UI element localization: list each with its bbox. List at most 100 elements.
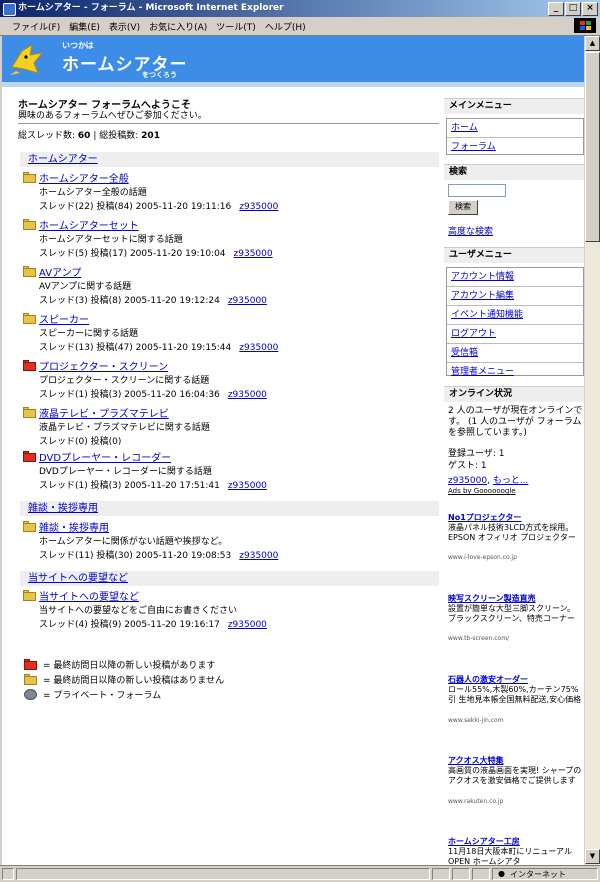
ad-title-link[interactable]: 映写スクリーン製造直売: [448, 593, 536, 604]
ads-by-link[interactable]: Ads by Goooooogle: [448, 487, 516, 495]
ad-url: www.i-love-epson.co.jp: [448, 554, 517, 561]
category-link[interactable]: 当サイトへの要望など: [28, 573, 128, 584]
forum-meta: スレッド(5) 投稿(17) 2005-11-20 19:10:04 z93500…: [39, 246, 273, 259]
folder-new-posts-icon: [24, 658, 37, 670]
forum-title-link[interactable]: プロジェクター・スクリーン: [39, 358, 168, 373]
folder-icon: [23, 313, 36, 324]
menu-favorites[interactable]: お気に入り(A): [149, 20, 207, 33]
last-poster-link[interactable]: z935000: [228, 481, 267, 491]
bird-logo-icon: [10, 43, 44, 75]
user-menu-item: ログアウト: [447, 325, 583, 344]
ad-title-link[interactable]: アクオス大特集: [448, 755, 504, 766]
window-titlebar: ホームシアター - フォーラム - Microsoft Internet Exp…: [0, 0, 600, 17]
inbox-link[interactable]: 受信箱: [451, 348, 478, 358]
search-input[interactable]: [448, 184, 506, 197]
status-cell: [472, 868, 490, 880]
ad-title-link[interactable]: 石器人の激安オーダー: [448, 674, 528, 685]
event-notify-link[interactable]: イベント通知機能: [451, 310, 523, 320]
legend-private-text: = プライベート・フォーラム: [43, 690, 162, 701]
status-cell: [432, 868, 450, 880]
last-poster-link[interactable]: z935000: [239, 343, 278, 353]
forum-title-link[interactable]: ホームシアター全般: [39, 170, 129, 185]
forum-title-link[interactable]: 雑談・挨拶専用: [39, 519, 109, 534]
main-menu: ホーム フォーラム: [446, 118, 584, 155]
forum-link[interactable]: フォーラム: [451, 142, 496, 152]
threads-count: 60: [77, 131, 91, 141]
forum-description: AVアンプに関する話題: [39, 282, 132, 292]
ad-body: 液晶パネル技術3LCD方式を採用。EPSON オフィリオ プロジェクター: [448, 523, 576, 542]
last-poster-link[interactable]: z935000: [228, 390, 267, 400]
menu-edit[interactable]: 編集(E): [69, 20, 100, 33]
ad-title-link[interactable]: No1プロジェクター: [448, 512, 521, 523]
menubar: ファイル(F) 編集(E) 表示(V) お気に入り(A) ツール(T) ヘルプ(…: [0, 17, 600, 36]
forum-description: 液晶テレビ・プラズマテレビに関する話題: [39, 423, 210, 433]
ad-body: 設置が簡単な大型三脚スクリーン。ブラックスクリーン、特売コーナー: [448, 604, 576, 623]
forum-meta: スレッド(0) 投稿(0): [39, 434, 121, 447]
zone-label: インターネット: [510, 870, 566, 879]
home-link[interactable]: ホーム: [451, 123, 478, 133]
site-banner[interactable]: いつかは ホームシアター をつくろう: [2, 36, 584, 87]
forum-meta: スレッド(11) 投稿(30) 2005-11-20 19:08:53 z9350…: [39, 548, 278, 561]
scroll-up-icon[interactable]: ▲: [585, 36, 600, 51]
close-button[interactable]: ×: [582, 2, 598, 16]
search-title: 検索: [449, 167, 468, 177]
advanced-search-link[interactable]: 高度な検索: [448, 224, 493, 237]
posts-label: 総投稿数:: [99, 131, 139, 141]
forum-title-link[interactable]: スピーカー: [39, 311, 89, 326]
online-status-header: オンライン状況: [444, 386, 584, 402]
forum-description: ホームシアターセットに関する話題: [39, 235, 183, 245]
forum-title-link[interactable]: 液晶テレビ・プラズマテレビ: [39, 405, 169, 420]
main-menu-header: メインメニュー: [444, 98, 584, 114]
internet-zone-icon: ●: [498, 869, 505, 878]
menu-file[interactable]: ファイル(F): [12, 20, 60, 33]
scroll-thumb[interactable]: [585, 52, 600, 242]
page-content: いつかは ホームシアター をつくろう ホームシアター フォーラムへようこそ 興味…: [2, 36, 584, 865]
stats-separator: |: [93, 131, 97, 141]
category-link[interactable]: 雑談・挨拶専用: [28, 503, 98, 514]
menu-view[interactable]: 表示(V): [109, 20, 140, 33]
forum-title-link[interactable]: ホームシアターセット: [39, 217, 139, 232]
last-poster-link[interactable]: z935000: [228, 620, 267, 630]
forum-meta-text: スレッド(5) 投稿(17) 2005-11-20 19:10:04: [39, 249, 226, 259]
forum-title-link[interactable]: 当サイトへの要望など: [39, 588, 139, 603]
forum-meta-text: スレッド(11) 投稿(30) 2005-11-20 19:08:53: [39, 551, 232, 561]
forum-title-link[interactable]: DVDプレーヤー・レコーダー: [39, 449, 171, 464]
legend-none: = 最終訪問日以降の新しい投稿はありません: [24, 673, 224, 686]
account-edit-link[interactable]: アカウント編集: [451, 291, 514, 301]
category-link[interactable]: ホームシアター: [28, 154, 98, 165]
admin-menu-link[interactable]: 管理者メニュー: [451, 367, 514, 377]
posts-count: 201: [141, 131, 160, 141]
legend-private: = プライベート・フォーラム: [24, 688, 162, 701]
ie-icon: [3, 3, 16, 16]
ad-url: www.sekki-jin.com: [448, 717, 504, 724]
menu-help[interactable]: ヘルプ(H): [265, 20, 306, 33]
more-link[interactable]: もっと...: [493, 476, 529, 486]
ad-title-link[interactable]: ホームシアター工房: [448, 836, 520, 847]
status-bar: ● インターネット: [0, 865, 600, 882]
forum-description: スピーカーに関する話題: [39, 329, 139, 339]
category-header: ホームシアター: [20, 152, 439, 167]
forum-description: 当サイトへの要望などをご自由にお書きください: [39, 606, 238, 616]
search-header: 検索: [444, 164, 584, 180]
forum-meta: スレッド(4) 投稿(9) 2005-11-20 19:16:17 z935000: [39, 617, 267, 630]
scroll-down-icon[interactable]: ▼: [585, 849, 600, 864]
last-poster-link[interactable]: z935000: [239, 202, 278, 212]
last-poster-link[interactable]: z935000: [228, 296, 267, 306]
account-info-link[interactable]: アカウント情報: [451, 272, 514, 282]
maximize-button[interactable]: □: [565, 2, 581, 16]
user-menu-item: アカウント情報: [447, 268, 583, 287]
vertical-scrollbar[interactable]: ▲ ▼: [584, 36, 600, 865]
last-poster-link[interactable]: z935000: [234, 249, 273, 259]
forum-title-link[interactable]: AVアンプ: [39, 264, 81, 279]
forum-meta-text: スレッド(4) 投稿(9) 2005-11-20 19:16:17: [39, 620, 220, 630]
menu-tools[interactable]: ツール(T): [216, 20, 256, 33]
private-forum-icon: [24, 688, 37, 700]
minimize-button[interactable]: _: [548, 2, 564, 16]
forum-meta-text: スレッド(1) 投稿(3) 2005-11-20 16:04:36: [39, 390, 220, 400]
folder-icon: [24, 673, 37, 685]
last-poster-link[interactable]: z935000: [239, 551, 278, 561]
online-user-link[interactable]: z935000: [448, 476, 487, 486]
main-menu-item: ホーム: [447, 119, 583, 138]
search-button[interactable]: 検索: [448, 200, 478, 215]
logout-link[interactable]: ログアウト: [451, 329, 496, 339]
